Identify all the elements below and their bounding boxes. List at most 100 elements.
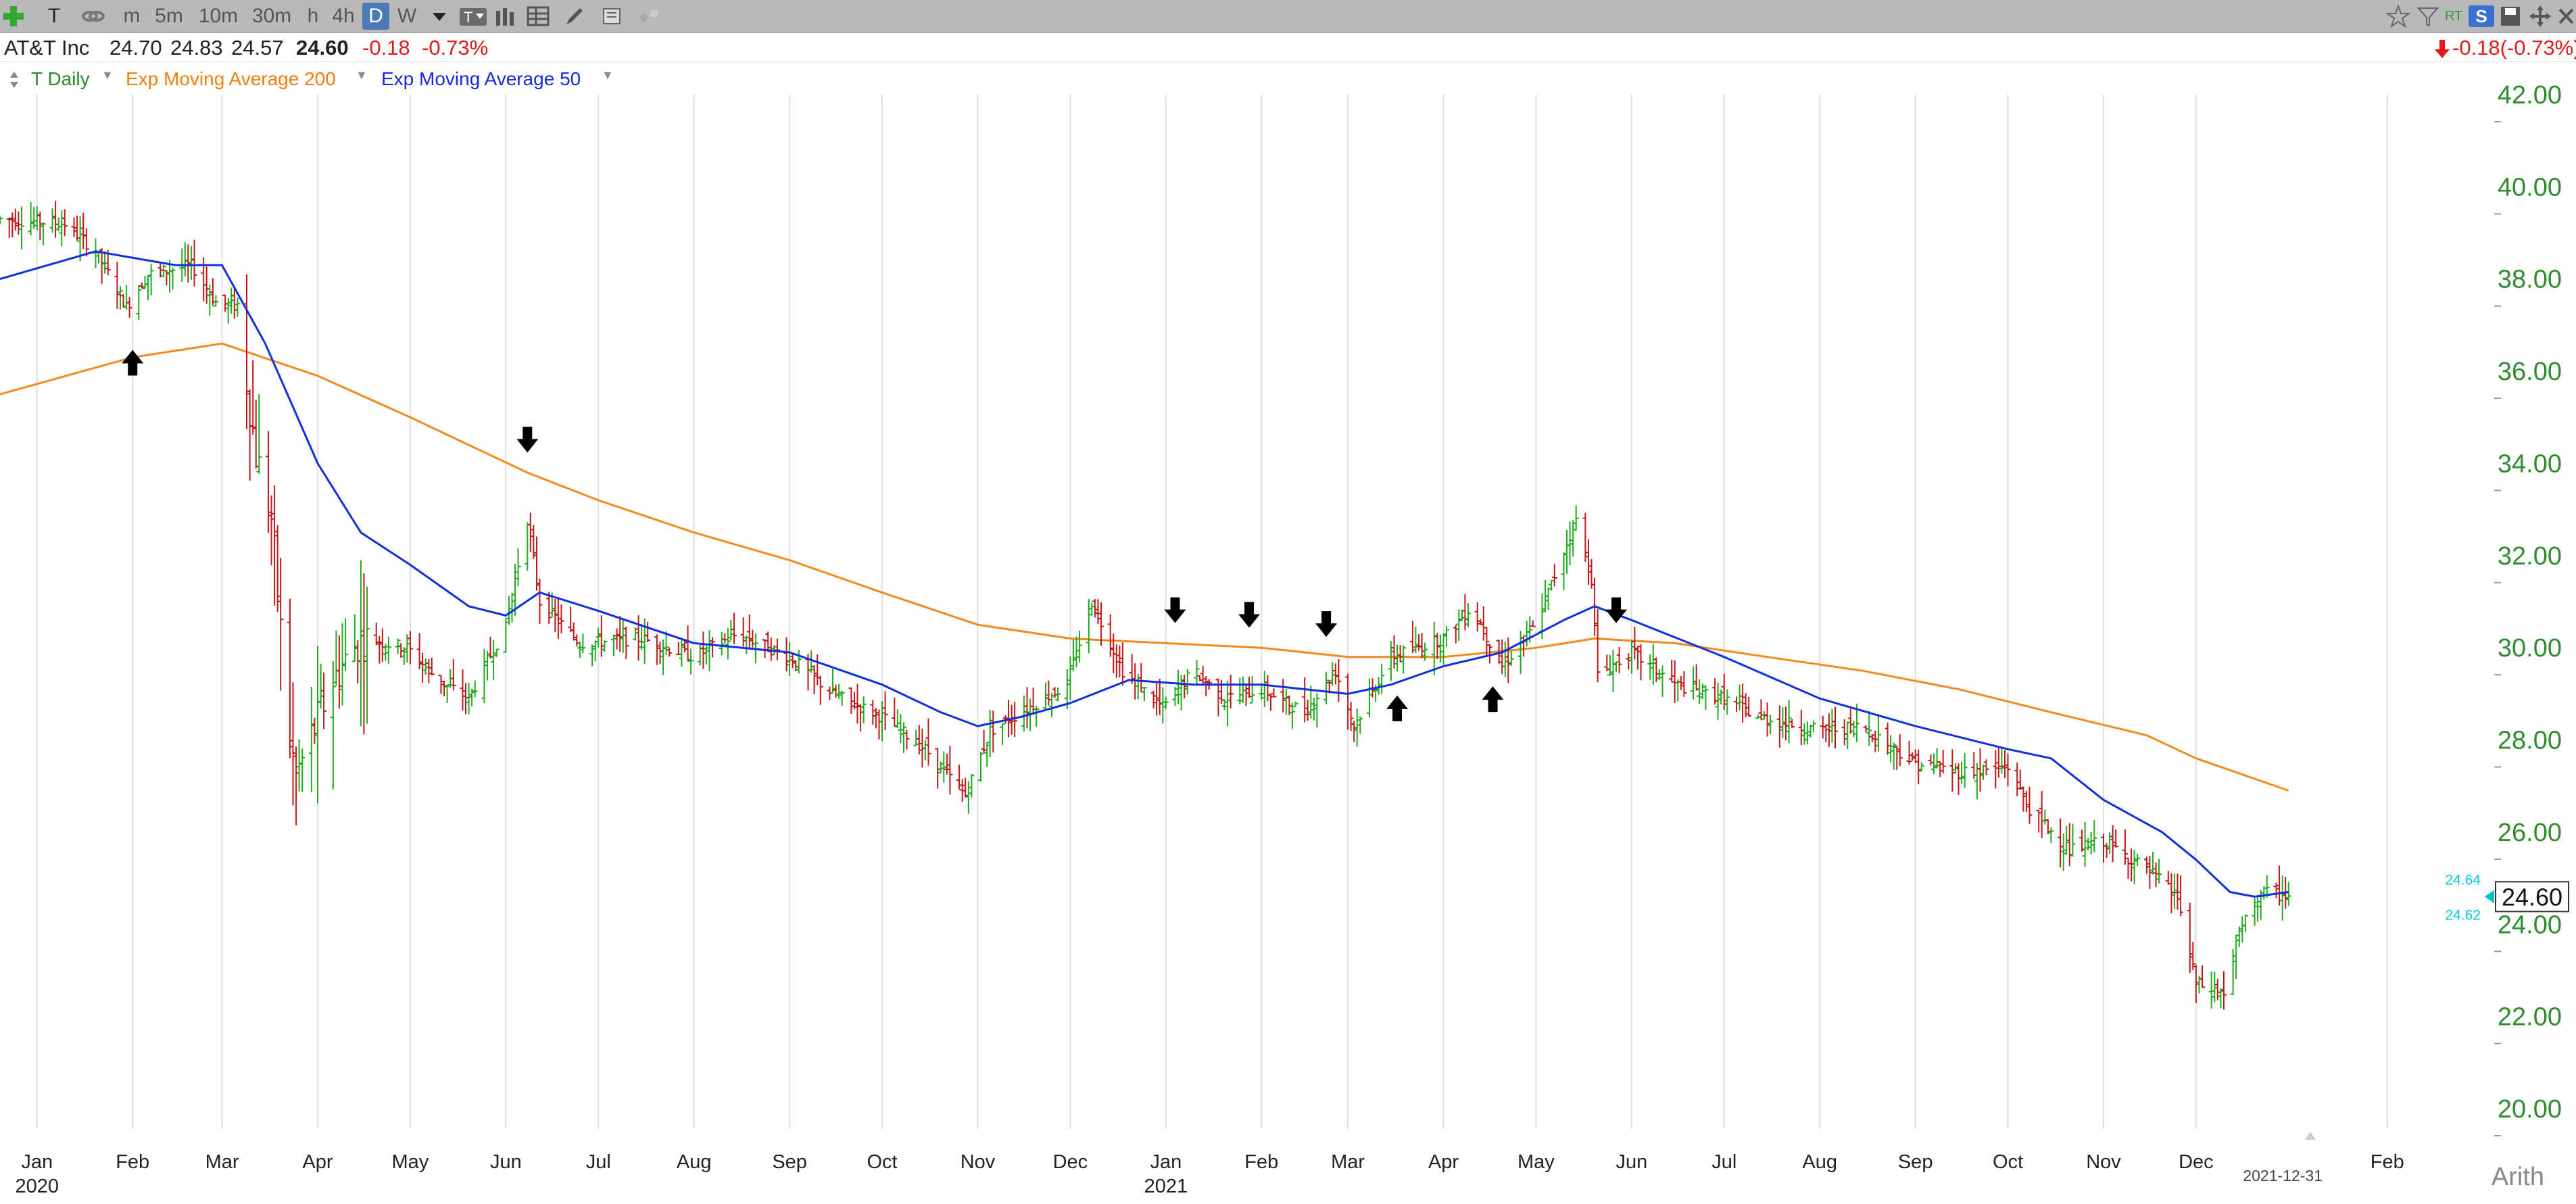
ohlc-bar	[2002, 750, 2008, 778]
ohlc-bar	[1789, 719, 1795, 728]
ohlc-bar	[515, 548, 521, 586]
ohlc-bar	[783, 637, 789, 672]
ohlc-bar	[1980, 765, 1986, 780]
ohlc-bar	[1703, 685, 1709, 710]
ohlc-bar	[1647, 654, 1653, 680]
y-tick-label: 34.00	[2498, 450, 2562, 478]
ohlc-bar	[1638, 644, 1644, 681]
ohlc-bar	[2131, 850, 2137, 884]
ohlc-bar	[2042, 809, 2048, 825]
ohlc-bar	[1712, 678, 1718, 705]
ohlc-bar	[1906, 740, 1912, 765]
ohlc-bar	[1480, 606, 1486, 641]
ohlc-bar	[426, 659, 432, 683]
arrow-down-icon	[516, 427, 539, 453]
ohlc-bar	[120, 293, 126, 308]
ohlc-bar	[460, 669, 466, 711]
ohlc-bar	[617, 616, 623, 652]
ohlc-bar	[2129, 848, 2135, 882]
price-chart[interactable]: 42.00 40.00 38.00 36.00 34.00 32.00 30.00 28.00…	[0, 0, 2576, 1204]
ohlc-bar	[188, 245, 194, 280]
ohlc-bar	[364, 586, 370, 724]
ohlc-bar	[256, 394, 262, 474]
ohlc-bar	[290, 682, 296, 806]
y-tick-label: 32.00	[2498, 542, 2562, 571]
scale-mode-label[interactable]: Arith	[2492, 1163, 2544, 1191]
ohlc-bar	[6, 217, 12, 238]
ohlc-bar	[1521, 635, 1527, 657]
ohlc-bar	[2020, 786, 2026, 812]
ohlc-bar	[491, 640, 497, 680]
ohlc-bar	[1517, 630, 1524, 675]
ohlc-bar	[40, 222, 46, 245]
ohlc-bar	[922, 740, 928, 761]
ohlc-bar	[892, 697, 898, 727]
ohlc-bar	[1379, 663, 1385, 694]
ohlc-bar	[2066, 823, 2072, 867]
ohlc-bar	[1440, 633, 1447, 665]
ohlc-bar	[312, 717, 318, 744]
ohlc-bar	[0, 216, 3, 224]
ohlc-bar	[935, 748, 941, 789]
ohlc-bar	[2258, 890, 2264, 920]
ohlc-bar	[1474, 602, 1480, 632]
ohlc-bar	[136, 285, 142, 320]
ohlc-bar	[2150, 852, 2156, 875]
last-price-label: 24.60	[2502, 883, 2562, 911]
ohlc-bar	[299, 748, 306, 792]
ohlc-bar	[28, 202, 34, 236]
ohlc-bar	[481, 648, 487, 704]
ohlc-bar	[1357, 716, 1363, 734]
ohlc-bar	[1280, 679, 1286, 713]
ohlc-bar	[420, 652, 426, 683]
ohlc-bar	[1388, 641, 1394, 681]
ohlc-bar	[1573, 505, 1579, 531]
ohlc-bar	[796, 650, 802, 674]
ohlc-bar	[762, 639, 768, 658]
ohlc-bar	[1030, 688, 1036, 715]
ohlc-bar	[1431, 621, 1437, 675]
ohlc-bar	[18, 206, 24, 249]
ohlc-bar	[1111, 633, 1117, 673]
ohlc-bar	[1367, 678, 1372, 718]
ohlc-bar	[1768, 715, 1774, 734]
ohlc-bar	[2058, 818, 2064, 867]
ohlc-bar	[145, 274, 151, 300]
ohlc-bar	[416, 633, 422, 669]
ohlc-bar	[2017, 769, 2023, 790]
ohlc-bar	[1697, 679, 1703, 704]
x-year-label: 2020	[15, 1176, 59, 1197]
scroll-marker-icon[interactable]	[2305, 1132, 2316, 1140]
ohlc-bar	[148, 264, 154, 295]
y-tick-label: 28.00	[2498, 727, 2562, 755]
ohlc-bar	[731, 612, 737, 644]
y-tick-label: 22.00	[2498, 1003, 2562, 1032]
ohlc-bar	[318, 663, 324, 709]
ohlc-bar	[2193, 965, 2199, 1003]
x-tick-label: Sep	[1898, 1151, 1933, 1173]
ohlc-bar	[1931, 753, 1937, 774]
ohlc-bar	[503, 617, 509, 653]
x-tick-label: Dec	[1053, 1151, 1088, 1173]
ohlc-bar	[876, 709, 882, 740]
ohlc-bar	[1194, 660, 1200, 686]
ohlc-bar	[1736, 684, 1743, 711]
ohlc-bar	[1669, 659, 1675, 683]
ohlc-bar	[2039, 791, 2045, 838]
ohlc-bar	[2060, 834, 2066, 871]
ohlc-bar	[944, 753, 950, 775]
ohlc-bar	[2214, 978, 2220, 1001]
ohlc-bar	[1502, 642, 1508, 677]
ohlc-bar	[1845, 721, 1851, 749]
ohlc-bar	[525, 522, 531, 571]
ohlc-bar	[1993, 750, 1999, 789]
ohlc-bar	[1999, 748, 2005, 774]
ohlc-bar	[1070, 640, 1076, 671]
ohlc-bar	[2239, 916, 2245, 943]
y-tick-label: 30.00	[2498, 634, 2562, 663]
ohlc-bar	[126, 297, 132, 318]
x-tick-label: Nov	[961, 1151, 996, 1173]
ohlc-bar	[1197, 675, 1202, 681]
ohlc-bar	[330, 660, 336, 790]
ohlc-bar	[247, 389, 253, 481]
